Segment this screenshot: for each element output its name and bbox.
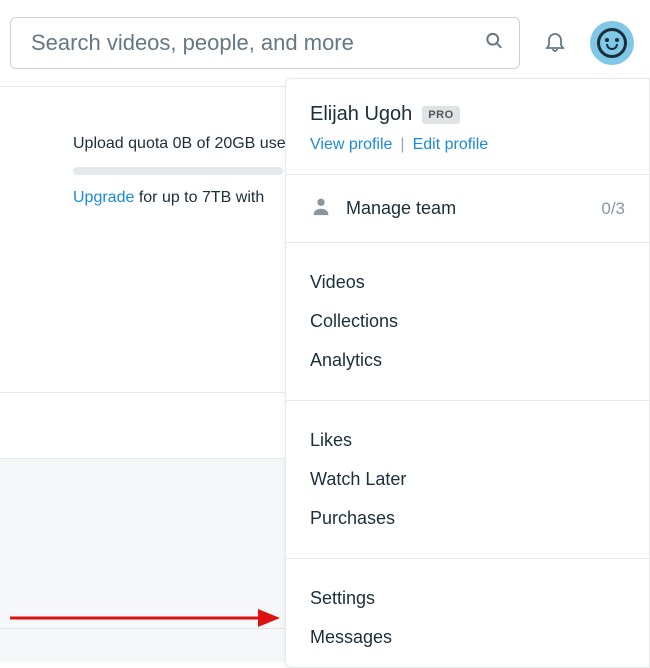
search-input[interactable] (10, 17, 520, 69)
menu-divider (286, 400, 649, 401)
menu-item-likes[interactable]: Likes (310, 421, 625, 460)
menu-group-library: Likes Watch Later Purchases (286, 421, 649, 538)
profile-links: View profile | Edit profile (310, 136, 625, 154)
upgrade-link[interactable]: Upgrade (73, 189, 134, 206)
quota-progress-bar (73, 167, 283, 175)
menu-group-content: Videos Collections Analytics (286, 263, 649, 380)
manage-team-label: Manage team (346, 198, 456, 219)
menu-item-collections[interactable]: Collections (310, 302, 625, 341)
user-menu: Elijah Ugoh PRO View profile | Edit prof… (285, 78, 650, 668)
view-profile-link[interactable]: View profile (310, 136, 392, 154)
person-icon (310, 195, 332, 222)
bell-icon (543, 29, 567, 58)
search-wrap (10, 17, 520, 69)
pro-badge: PRO (422, 106, 459, 124)
menu-divider (286, 174, 649, 175)
avatar-face-icon (597, 28, 627, 58)
notifications-button[interactable] (540, 29, 570, 58)
menu-item-watch-later[interactable]: Watch Later (310, 460, 625, 499)
manage-team-item[interactable]: Manage team 0/3 (286, 195, 649, 222)
separator: | (400, 136, 404, 154)
menu-item-purchases[interactable]: Purchases (310, 499, 625, 538)
menu-group-account: Settings Messages (286, 579, 649, 657)
user-header: Elijah Ugoh PRO (310, 103, 625, 126)
menu-divider (286, 558, 649, 559)
team-count: 0/3 (601, 199, 625, 219)
search-icon[interactable] (484, 31, 504, 56)
menu-item-analytics[interactable]: Analytics (310, 341, 625, 380)
user-name: Elijah Ugoh (310, 103, 412, 126)
top-bar (0, 0, 650, 86)
menu-item-videos[interactable]: Videos (310, 263, 625, 302)
edit-profile-link[interactable]: Edit profile (413, 136, 489, 154)
menu-divider (286, 242, 649, 243)
upgrade-rest: for up to 7TB with (134, 189, 264, 206)
menu-item-messages[interactable]: Messages (310, 618, 625, 657)
avatar-button[interactable] (590, 21, 634, 65)
menu-item-settings[interactable]: Settings (310, 579, 625, 618)
